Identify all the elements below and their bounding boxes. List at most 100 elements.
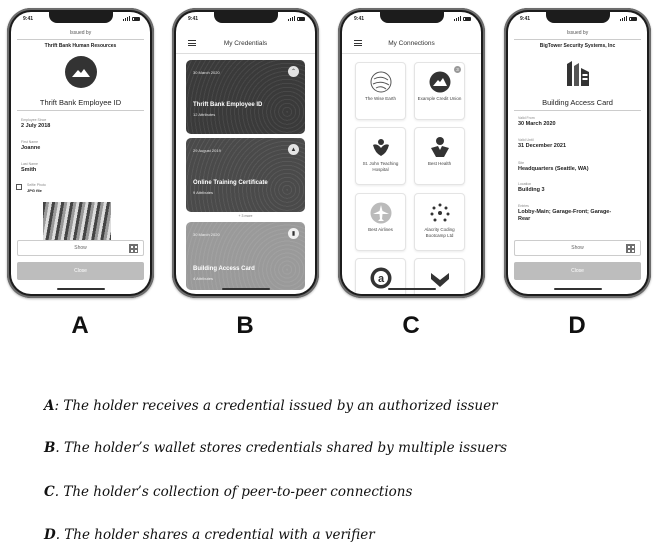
connection-name: The Wise Earth [364,96,396,101]
credential-card-training[interactable]: 29 August 2019 ▲ Online Training Certifi… [186,138,305,212]
credential-card-building-access[interactable]: 30 March 2020 ▮ Building Access Card 4 A… [186,222,305,290]
airplane-icon [370,202,392,224]
connection-name: Best Airlines [368,227,393,232]
caption-text: . The holder’s collection of peer-to-pee… [54,484,413,500]
notification-badge: 3 [454,66,461,73]
status-icons [288,16,305,21]
show-button-label: Show [571,245,584,251]
attribute-label: Valid From [518,116,535,120]
attribute-site: Site Headquarters (Seattle, WA) [518,161,641,173]
signal-icon [288,16,295,21]
mountain-icon: ⌃ [288,66,299,77]
attribute-first-name: First Name Joanne [21,140,144,152]
phone-b-screen: 9:41 My Credentials 30 March 2020 ⌃ Thri… [176,12,315,294]
attribute-label: Selfie Photo [27,183,46,187]
connection-tile-alacrity-bootcamp[interactable]: Alacrity Coding Bootcamp Ltd [414,193,465,251]
close-button-label: Close [74,268,87,274]
caption-text: . The holder shares a credential with a … [55,527,375,543]
signal-icon [123,16,130,21]
signal-icon [454,16,461,21]
attribute-entries: Entries Lobby-Main; Garage-Front; Garage… [518,204,617,222]
show-button[interactable]: Show [514,240,641,256]
battery-icon [132,16,140,21]
attribute-valid-from: Valid From 30 March 2020 [518,116,641,128]
status-time: 9:41 [520,16,531,22]
phone-a: 9:41 Issued by Thrift Bank Human Resourc… [7,8,154,298]
divider [514,110,641,111]
card-attributes: 4 Attributes [193,276,214,281]
phone-c-screen: 9:41 My Connections The Wise Earth 3 Exa… [342,12,481,294]
attribute-valid-until: Valid Until 31 December 2021 [518,138,641,150]
attribute-label: Entries [518,204,529,208]
image-icon [16,184,22,190]
attribute-label: Location [518,182,532,186]
qr-code-icon [129,244,138,253]
attribute-last-name: Last Name Smith [21,162,144,174]
caption-letter: C [44,484,55,500]
phone-c: 9:41 My Connections The Wise Earth 3 Exa… [338,8,485,298]
issuer-name: Thrift Bank Human Resources [44,43,117,49]
status-time: 9:41 [188,16,199,22]
connection-tile-st-john-hospital[interactable]: St. John Teaching Hospital [355,127,406,185]
card-attributes: 12 Attributes [193,112,216,117]
show-button[interactable]: Show [17,240,144,256]
close-button-label: Close [571,268,584,274]
battery-icon [297,16,305,21]
qr-code-icon [626,244,635,253]
caption-letter: D [44,527,56,543]
attribute-selfie-photo: Selfie Photo JPG file [16,183,144,195]
status-time: 9:41 [23,16,34,22]
a-logo-icon: a [370,267,392,289]
card-attributes: 9 Attributes [193,190,214,195]
close-button[interactable]: Close [514,262,641,280]
show-button-label: Show [74,245,87,251]
phone-a-screen: 9:41 Issued by Thrift Bank Human Resourc… [11,12,150,294]
divider [514,39,641,40]
connection-name: Alacrity Coding Bootcamp Ltd [424,227,455,238]
signal-icon [620,16,627,21]
divider [17,39,144,40]
connection-tile-wise-earth[interactable]: The Wise Earth [355,62,406,120]
caption-text: : The holder receives a credential issue… [54,398,498,414]
building-icon: ▮ [288,228,299,239]
connection-name: Best Health [427,161,452,166]
connection-name: St. John Teaching Hospital [362,161,399,172]
more-credentials-label[interactable]: + 3 more [176,214,315,218]
card-name: Building Access Card [193,266,255,272]
attribute-label: Site [518,161,525,165]
attribute-value: Headquarters (Seattle, WA) [518,166,589,172]
notch [213,12,278,23]
page-title: My Credentials [223,40,268,47]
credential-title: Building Access Card [542,98,613,107]
attribute-value: Joanne [21,145,41,151]
connection-tile-credit-union[interactable]: 3 Example Credit Union [414,62,465,120]
mountain-icon [429,71,451,93]
connection-tile-best-airlines[interactable]: Best Airlines [355,193,406,251]
page-title: My Connections [388,40,435,47]
notch [48,12,113,23]
attribute-value: 2 July 2018 [21,123,51,129]
caption-letter: B [44,440,56,456]
attribute-employee-since: Employee Since 2 July 2018 [21,118,144,130]
attribute-location: Location Building 3 [518,182,641,194]
attribute-value: 30 March 2020 [518,121,556,127]
panel-letter-c: C [402,312,420,339]
close-button[interactable]: Close [17,262,144,280]
home-indicator [56,288,105,290]
home-indicator [553,288,602,290]
status-time: 9:41 [354,16,365,22]
credential-card-employee-id[interactable]: 30 March 2020 ⌃ Thrift Bank Employee ID … [186,60,305,134]
battery-icon [629,16,637,21]
caption-text: . The holder’s wallet stores credentials… [55,440,508,456]
attribute-label: First Name [21,140,39,144]
panel-letter-b: B [236,312,254,339]
divider [176,53,315,54]
globe-icon [370,71,392,93]
caption-a: A: The holder receives a credential issu… [44,398,498,414]
issuer-name: BigTower Security Systems, Inc [539,43,616,49]
status-icons [123,16,140,21]
selfie-photo[interactable] [43,202,111,244]
attribute-value: Lobby-Main; Garage-Front; Garage-Rear [518,209,612,222]
panel-letter-d: D [568,312,586,339]
connection-tile-best-health[interactable]: Best Health [414,127,465,185]
